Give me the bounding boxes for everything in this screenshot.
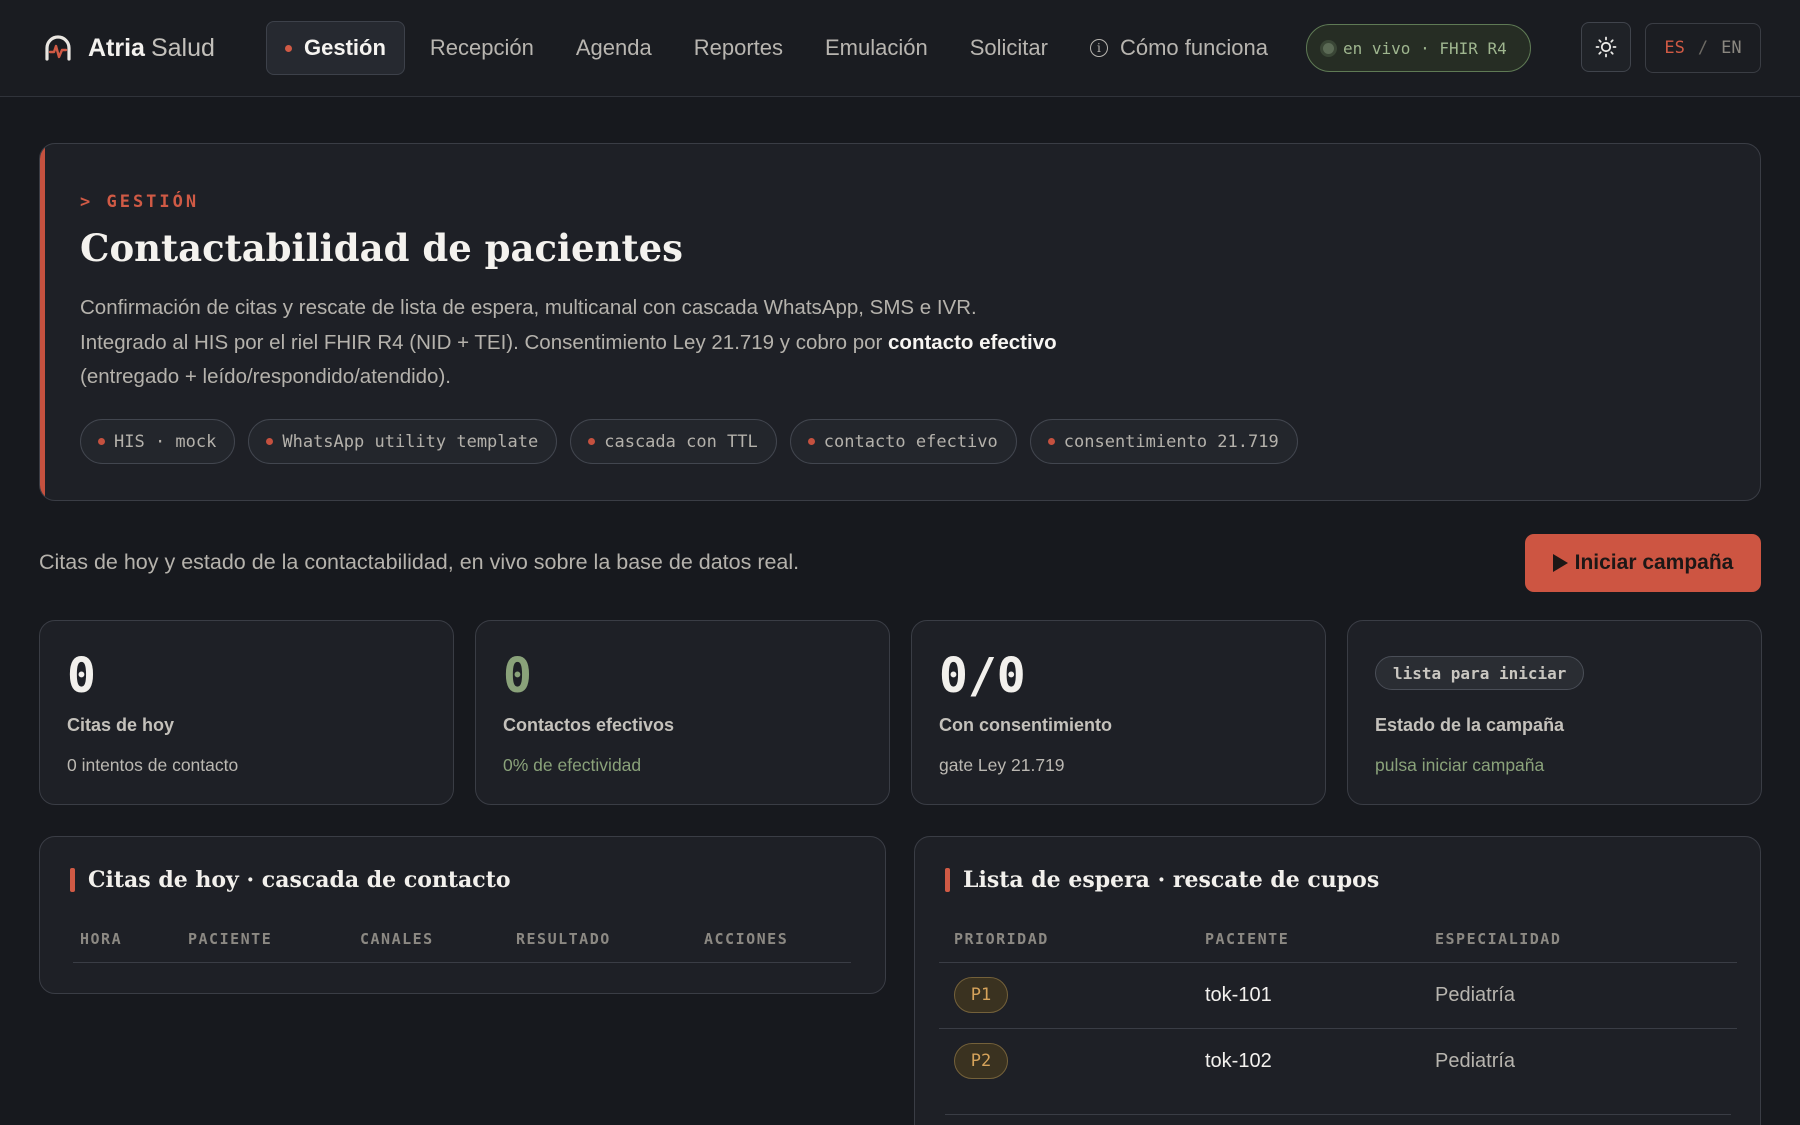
stat-subtext: gate Ley 21.719 <box>939 755 1065 775</box>
stat-label: Estado de la campaña <box>1375 715 1565 735</box>
stat-label: Contactos efectivos <box>503 715 675 735</box>
tag-label: cascada con TTL <box>604 431 758 452</box>
status-badge: lista para iniciar <box>1375 656 1585 690</box>
column-header-canales[interactable]: CANALES <box>360 930 434 948</box>
stat-label: Con consentimiento <box>939 715 1113 735</box>
tag-label: HIS · mock <box>114 431 217 452</box>
lang-es-option[interactable]: ES <box>1664 38 1684 58</box>
start-campaign-button[interactable]: Iniciar campaña <box>1525 534 1761 592</box>
nav-item-solicitar[interactable]: Solicitar <box>949 21 1069 75</box>
start-campaign-label: Iniciar campaña <box>1574 551 1734 574</box>
nav-label: Gestión <box>304 35 386 60</box>
feature-tag: consentimiento 21.719 <box>1029 419 1298 464</box>
feature-tag: cascada con TTL <box>570 419 777 464</box>
feature-tag: HIS · mock <box>80 419 236 464</box>
priority-badge: P1 <box>954 977 1008 1013</box>
stat-value: 0/0 <box>939 648 1026 704</box>
top-navigation: Atria Salud Gestión Recepción Agenda Rep… <box>0 0 1800 97</box>
waitlist-panel: Lista de espera · rescate de cupos PRIOR… <box>914 836 1761 1125</box>
hero-description-part: (entregado + leído/respondido/atendido). <box>80 365 451 388</box>
language-switcher[interactable]: ES / EN <box>1645 23 1761 73</box>
atria-logo-icon <box>45 35 71 61</box>
nav-label: Cómo funciona <box>1119 35 1268 60</box>
patient-id: tok-101 <box>1205 984 1272 1006</box>
play-icon <box>1552 554 1568 572</box>
tag-dot-icon <box>98 438 105 445</box>
nav-item-gestion[interactable]: Gestión <box>266 21 405 75</box>
table-divider <box>939 962 1737 963</box>
column-header-acciones[interactable]: ACCIONES <box>704 930 788 948</box>
nav-item-agenda[interactable]: Agenda <box>555 21 673 75</box>
hero-description: Confirmación de citas y rescate de lista… <box>80 291 1060 395</box>
live-indicator-icon <box>1323 42 1334 54</box>
table-divider <box>73 962 851 963</box>
nav-item-como-funciona[interactable]: i Cómo funciona <box>1069 21 1289 75</box>
priority-badge: P2 <box>954 1043 1008 1079</box>
section-subtitle: Citas de hoy y estado de la contactabili… <box>39 550 800 574</box>
panel-title: Lista de espera · rescate de cupos <box>945 867 1379 893</box>
column-header-prioridad[interactable]: PRIORIDAD <box>954 930 1049 948</box>
panel-title-text: Citas de hoy · cascada de contacto <box>88 867 511 893</box>
panel-accent-bar <box>945 868 950 892</box>
live-status-label: en vivo · FHIR R4 <box>1343 38 1507 58</box>
panel-title-text: Lista de espera · rescate de cupos <box>963 867 1380 893</box>
stat-subtext: 0% de efectividad <box>503 755 642 775</box>
brand[interactable]: Atria Salud <box>42 30 215 66</box>
row-divider <box>939 1028 1737 1029</box>
column-header-hora[interactable]: HORA <box>80 930 122 948</box>
brand-name: Atria <box>88 33 145 62</box>
stat-card-contactos: 0 Contactos efectivos 0% de efectividad <box>475 620 890 805</box>
stat-value: 0 <box>503 648 532 704</box>
tag-dot-icon <box>588 438 596 445</box>
main-nav: Gestión Recepción Agenda Reportes Emulac… <box>266 21 1289 75</box>
tag-dot-icon <box>1047 438 1055 445</box>
live-status-pill: en vivo · FHIR R4 <box>1306 24 1531 72</box>
stat-card-citas: 0 Citas de hoy 0 intentos de contacto <box>39 620 454 805</box>
specialty: Pediatría <box>1435 984 1516 1006</box>
lang-en-option[interactable]: EN <box>1721 38 1741 58</box>
column-header-paciente[interactable]: PACIENTE <box>1205 930 1289 948</box>
tag-label: consentimiento 21.719 <box>1063 431 1279 452</box>
brand-subname: Salud <box>150 33 215 62</box>
column-header-paciente[interactable]: PACIENTE <box>188 930 272 948</box>
stat-subtext: 0 intentos de contacto <box>67 755 239 775</box>
info-icon: i <box>1089 39 1108 57</box>
patient-id: tok-102 <box>1205 1050 1272 1072</box>
nav-item-recepcion[interactable]: Recepción <box>409 21 555 75</box>
stat-card-estado: lista para iniciar Estado de la campaña … <box>1347 620 1762 805</box>
page-title: Contactabilidad de pacientes <box>80 226 683 270</box>
stat-subtext: pulsa iniciar campaña <box>1375 755 1545 775</box>
feature-tags: HIS · mock WhatsApp utility template cas… <box>80 419 1311 464</box>
column-header-especialidad[interactable]: ESPECIALIDAD <box>1435 930 1561 948</box>
column-header-resultado[interactable]: RESULTADO <box>516 930 611 948</box>
section-kicker: > GESTIÓN <box>80 192 200 212</box>
feature-tag: contacto efectivo <box>789 419 1017 464</box>
panel-accent-bar <box>70 868 75 892</box>
tag-label: WhatsApp utility template <box>282 431 539 452</box>
active-dot-icon <box>285 44 292 52</box>
stat-card-consentimiento: 0/0 Con consentimiento gate Ley 21.719 <box>911 620 1326 805</box>
hero-description-part: Confirmación de citas y rescate de lista… <box>80 296 977 354</box>
panel-title: Citas de hoy · cascada de contacto <box>70 867 511 893</box>
nav-item-reportes[interactable]: Reportes <box>673 21 804 75</box>
tag-dot-icon <box>807 438 815 445</box>
nav-item-emulacion[interactable]: Emulación <box>804 21 949 75</box>
stat-label: Citas de hoy <box>67 715 175 735</box>
feature-tag: WhatsApp utility template <box>248 419 558 464</box>
specialty: Pediatría <box>1435 1050 1516 1072</box>
appointments-panel: Citas de hoy · cascada de contacto HORA … <box>39 836 886 994</box>
tag-dot-icon <box>266 438 274 445</box>
lang-separator: / <box>1697 38 1709 58</box>
theme-toggle-button[interactable] <box>1581 22 1631 72</box>
hero-card: > GESTIÓN Contactabilidad de pacientes C… <box>39 143 1761 501</box>
row-divider <box>945 1114 1731 1115</box>
tag-label: contacto efectivo <box>823 431 998 452</box>
stat-value: 0 <box>67 648 96 704</box>
hero-description-bold: contacto efectivo <box>888 330 1057 354</box>
sun-icon <box>1595 36 1617 58</box>
